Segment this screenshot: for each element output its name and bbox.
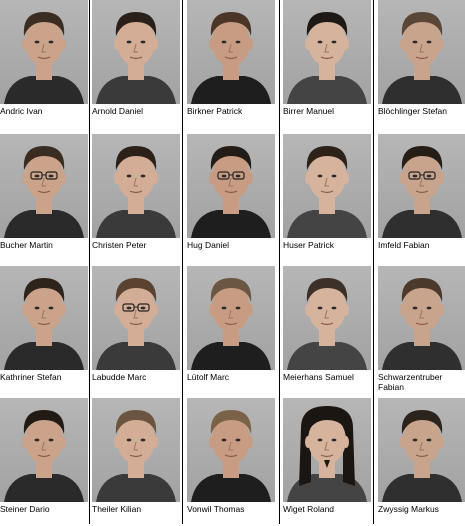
person-card: Birrer Manuel: [283, 0, 371, 128]
person-card: Steiner Dario: [0, 398, 88, 526]
person-name: Zwyssig Markus: [378, 504, 439, 514]
person-name: Andric Ivan: [0, 106, 43, 116]
portrait-illustration: [382, 12, 462, 104]
person-card: Lütolf Marc: [187, 266, 275, 394]
person-card: Wiget Roland: [283, 398, 371, 526]
person-name: Huser Patrick: [283, 240, 335, 250]
person-photo: [92, 398, 180, 502]
person-name: Blöchlinger Stefan: [378, 106, 447, 116]
person-name: Imfeld Fabian: [378, 240, 430, 250]
portrait-illustration: [96, 146, 176, 238]
person-photo: [187, 134, 275, 238]
person-card: Zwyssig Markus: [378, 398, 465, 526]
portrait-illustration: [287, 278, 367, 370]
person-card: Bucher Martin: [0, 134, 88, 262]
person-card: Hug Daniel: [187, 134, 275, 262]
person-card: Christen Peter: [92, 134, 180, 262]
person-photo: [0, 266, 88, 370]
person-name: Arnold Daniel: [92, 106, 144, 116]
person-name: Christen Peter: [92, 240, 147, 250]
person-photo: [283, 266, 371, 370]
portrait-illustration: [4, 410, 84, 502]
person-name: Kathriner Stefan: [0, 372, 62, 382]
column-divider: [89, 0, 90, 524]
column-divider: [373, 0, 374, 524]
person-photo: [0, 0, 88, 104]
person-name: Wiget Roland: [283, 504, 335, 514]
person-name: Lütolf Marc: [187, 372, 230, 382]
person-name: Labudde Marc: [92, 372, 147, 382]
person-name: Steiner Dario: [0, 504, 50, 514]
person-card: Meierhans Samuel: [283, 266, 371, 394]
person-photo: [378, 134, 465, 238]
portrait-illustration: [191, 278, 271, 370]
portrait-illustration: [191, 146, 271, 238]
person-name: Theiler Kilian: [92, 504, 142, 514]
portrait-illustration: [96, 410, 176, 502]
person-photo: [283, 134, 371, 238]
person-card: Kathriner Stefan: [0, 266, 88, 394]
column-divider: [279, 0, 280, 524]
person-card: Blöchlinger Stefan: [378, 0, 465, 128]
person-card: Labudde Marc: [92, 266, 180, 394]
column-divider: [182, 0, 183, 524]
person-photo: [0, 134, 88, 238]
portrait-illustration: [4, 12, 84, 104]
portrait-illustration: [4, 146, 84, 238]
person-card: Schwarzentruber Fabian: [378, 266, 465, 394]
portrait-illustration: [382, 278, 462, 370]
person-card: Vonwil Thomas: [187, 398, 275, 526]
person-photo: [92, 266, 180, 370]
person-photo: [187, 398, 275, 502]
person-photo: [378, 0, 465, 104]
person-card: Birkner Patrick: [187, 0, 275, 128]
person-card: Andric Ivan: [0, 0, 88, 128]
person-photo: [283, 0, 371, 104]
person-photo: [283, 398, 371, 502]
portrait-illustration: [382, 410, 462, 502]
person-name: Meierhans Samuel: [283, 372, 354, 382]
portrait-illustration: [382, 146, 462, 238]
person-name: Bucher Martin: [0, 240, 53, 250]
person-photo: [187, 266, 275, 370]
person-name: Birkner Patrick: [187, 106, 243, 116]
portrait-illustration: [287, 12, 367, 104]
portrait-illustration: [4, 278, 84, 370]
portrait-illustration: [287, 406, 367, 502]
portrait-illustration: [191, 410, 271, 502]
person-name: Schwarzentruber Fabian: [378, 372, 443, 392]
person-card: Theiler Kilian: [92, 398, 180, 526]
person-card: Huser Patrick: [283, 134, 371, 262]
person-photo: [187, 0, 275, 104]
person-photo: [92, 134, 180, 238]
portrait-illustration: [287, 146, 367, 238]
portrait-illustration: [191, 12, 271, 104]
portrait-grid: Andric Ivan Arnold Daniel Birkner Patrick B…: [0, 0, 465, 524]
portrait-illustration: [96, 12, 176, 104]
person-photo: [378, 398, 465, 502]
person-photo: [378, 266, 465, 370]
person-photo: [0, 398, 88, 502]
person-card: Arnold Daniel: [92, 0, 180, 128]
portrait-illustration: [96, 278, 176, 370]
person-name: Vonwil Thomas: [187, 504, 245, 514]
person-card: Imfeld Fabian: [378, 134, 465, 262]
person-name: Hug Daniel: [187, 240, 230, 250]
person-name: Birrer Manuel: [283, 106, 335, 116]
person-photo: [92, 0, 180, 104]
